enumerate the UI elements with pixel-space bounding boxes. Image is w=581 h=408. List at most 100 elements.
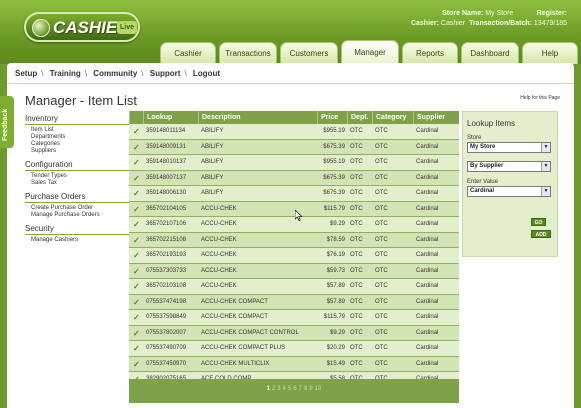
table-row[interactable]: ✓ 359148009131 ABILIFY $675.39 OTC OTC Cardina… [129, 139, 459, 155]
tab-reports[interactable]: Reports [402, 42, 458, 64]
table-row[interactable]: ✓ 365702107106 ACCU-CHEK $9.29 OTC OTC Cardina… [129, 217, 459, 233]
nav-tender-types[interactable]: Tender Types [25, 173, 130, 180]
header-price[interactable]: Price [317, 111, 347, 124]
page-link[interactable]: 8 [304, 386, 307, 392]
subnav-support[interactable]: Support [150, 69, 181, 78]
check-icon[interactable]: ✓ [129, 341, 143, 356]
lookup-by-select[interactable]: By Supplier ▼ [467, 161, 551, 172]
nav-categories[interactable]: Categories [25, 141, 130, 148]
page-link[interactable]: 3 [277, 386, 280, 392]
help-link[interactable]: Help for this Page [520, 95, 560, 101]
table-row[interactable]: ✓ 075537490709 ACCU-CHEK COMPACT PLUS $20.2… [129, 341, 459, 357]
table-row[interactable]: ✓ 365702215108 ACCU-CHEK $78.59 OTC OTC Cardin… [129, 232, 459, 248]
check-icon[interactable]: ✓ [129, 186, 143, 201]
subnav-training[interactable]: Training [50, 69, 81, 78]
subnav-setup[interactable]: Setup [15, 69, 37, 78]
table-row[interactable]: ✓ 365702104105 ACCU-CHEK $115.79 OTC OTC Cardi… [129, 201, 459, 217]
check-icon[interactable]: ✓ [129, 357, 143, 372]
nav-sales-tax[interactable]: Sales Tax [25, 180, 130, 187]
tab-cashier[interactable]: Cashier [160, 42, 216, 64]
cell-dept: OTC [350, 190, 363, 196]
nav-departments[interactable]: Departments [25, 134, 130, 141]
header-category[interactable]: Category [372, 111, 413, 124]
cell-price: $9.29 [329, 329, 345, 336]
header-supplier[interactable]: Supplier [413, 111, 450, 124]
tab-transactions[interactable]: Transactions [219, 42, 277, 64]
nav-manage-purchase-orders[interactable]: Manage Purchase Orders [25, 212, 130, 219]
check-icon[interactable]: ✓ [129, 171, 143, 186]
check-icon[interactable]: ✓ [129, 295, 143, 310]
table-row[interactable]: ✓ 075537474198 ACCU-CHEK COMPACT $57.89 OTC O… [129, 294, 459, 310]
check-icon[interactable]: ✓ [129, 217, 143, 232]
cell-description: ABILIFY [201, 174, 224, 181]
table-row[interactable]: ✓ 075537802007 ACCU-CHEK COMPACT CONTROL $9… [129, 325, 459, 341]
check-icon[interactable]: ✓ [129, 140, 143, 155]
store-info: Store Name: My Store Register: Cashier: … [411, 9, 567, 29]
subnav-community[interactable]: Community [93, 69, 137, 78]
table-row[interactable]: ✓ 359148011134 ABILIFY $955.19 OTC OTC Cardina… [129, 124, 459, 140]
page-link[interactable]: 6 [293, 386, 296, 392]
check-icon[interactable]: ✓ [129, 264, 143, 279]
table-row[interactable]: ✓ 075537450970 ACCU-CHEK MULTICLIX $15.49 OT… [129, 356, 459, 372]
check-icon[interactable]: ✓ [129, 310, 143, 325]
cashier-value: Cashier [440, 20, 466, 27]
table-row[interactable]: ✓ 075537303733 ACCU-CHEK $59.73 OTC OTC Cardin… [129, 263, 459, 279]
check-icon[interactable]: ✓ [129, 155, 143, 170]
page-link[interactable]: 7 [299, 386, 302, 392]
header-dept[interactable]: Dept. [347, 111, 372, 124]
check-icon[interactable]: ✓ [129, 248, 143, 263]
cell-supplier: Cardinal [416, 236, 439, 243]
nav-create-purchase-order[interactable]: Create Purchase Order [25, 205, 130, 212]
table-row[interactable]: ✓ 359148007137 ABILIFY $675.39 OTC OTC Cardina… [129, 170, 459, 186]
cell-dept: OTC [350, 236, 363, 243]
page-link[interactable]: 4 [283, 386, 286, 392]
feedback-label: Feedback [2, 108, 9, 141]
cell-lookup: 359148006130 [146, 190, 187, 196]
page-link[interactable]: 5 [288, 386, 291, 392]
cell-description: ACCU-CHEK [201, 252, 237, 258]
table-row[interactable]: ✓ 359148006130 ABILIFY $675.39 OTC OTC Cardina… [129, 186, 459, 202]
lookup-panel: Lookup Items Store My Store ▼ By Supplie… [462, 111, 558, 257]
check-icon[interactable]: ✓ [129, 326, 143, 341]
table-row[interactable]: ✓ 365702193193 ACCU-CHEK $76.19 OTC OTC Cardin… [129, 248, 459, 264]
nav-suppliers[interactable]: Suppliers [25, 148, 130, 155]
store-select-value: My Store [470, 144, 496, 150]
cell-category: OTC [375, 267, 388, 274]
check-icon[interactable]: ✓ [129, 279, 143, 294]
tab-help[interactable]: Help [522, 42, 578, 64]
cell-lookup: 365702104105 [146, 205, 187, 212]
subnav-logout[interactable]: Logout [193, 69, 220, 78]
feedback-tab[interactable]: Feedback [0, 96, 14, 148]
check-icon[interactable]: ✓ [129, 202, 143, 217]
tab-dashboard[interactable]: Dashboard [461, 42, 519, 64]
cell-description: ABILIFY [201, 143, 224, 150]
header-description[interactable]: Description [198, 111, 317, 124]
tab-manager[interactable]: Manager [341, 40, 399, 64]
header-lookup[interactable]: Lookup [143, 111, 198, 124]
page-link[interactable]: 1 [267, 386, 270, 392]
add-button[interactable]: ADD [531, 230, 551, 238]
table-row[interactable]: ✓ 365702103108 ACCU-CHEK $57.89 OTC OTC Cardin… [129, 279, 459, 295]
check-icon[interactable]: ✓ [129, 124, 143, 139]
go-button[interactable]: GO [531, 218, 546, 226]
cell-supplier: Cardinal [416, 360, 439, 367]
table-row[interactable]: ✓ 075537598849 ACCU-CHEK COMPACT $115.79 OTC… [129, 310, 459, 326]
table-row[interactable]: ✓ 359148010137 ABILIFY $955.19 OTC OTC Cardina… [129, 155, 459, 171]
cell-category: OTC [375, 283, 388, 289]
page-link[interactable]: 10 [315, 386, 322, 392]
store-value: My Store [485, 10, 514, 17]
cashier-live-logo[interactable]: CASHIER Live [24, 12, 140, 42]
cell-dept: OTC [350, 128, 363, 134]
nav-manage-cashiers[interactable]: Manage Cashiers [25, 237, 130, 244]
cell-supplier: Cardinal [416, 298, 439, 305]
store-select[interactable]: My Store ▼ [467, 142, 551, 153]
tab-customers[interactable]: Customers [280, 42, 338, 64]
nav-item-list[interactable]: Item List [25, 127, 130, 134]
cell-price: $76.19 [326, 252, 345, 258]
cell-dept: OTC [350, 221, 363, 227]
enter-value-select[interactable]: Cardinal ▼ [467, 186, 551, 197]
page-link[interactable]: 9 [309, 386, 312, 392]
nav-section-purchase-orders: Purchase Orders [25, 192, 130, 203]
page-link[interactable]: 2 [272, 386, 275, 392]
check-icon[interactable]: ✓ [129, 233, 143, 248]
